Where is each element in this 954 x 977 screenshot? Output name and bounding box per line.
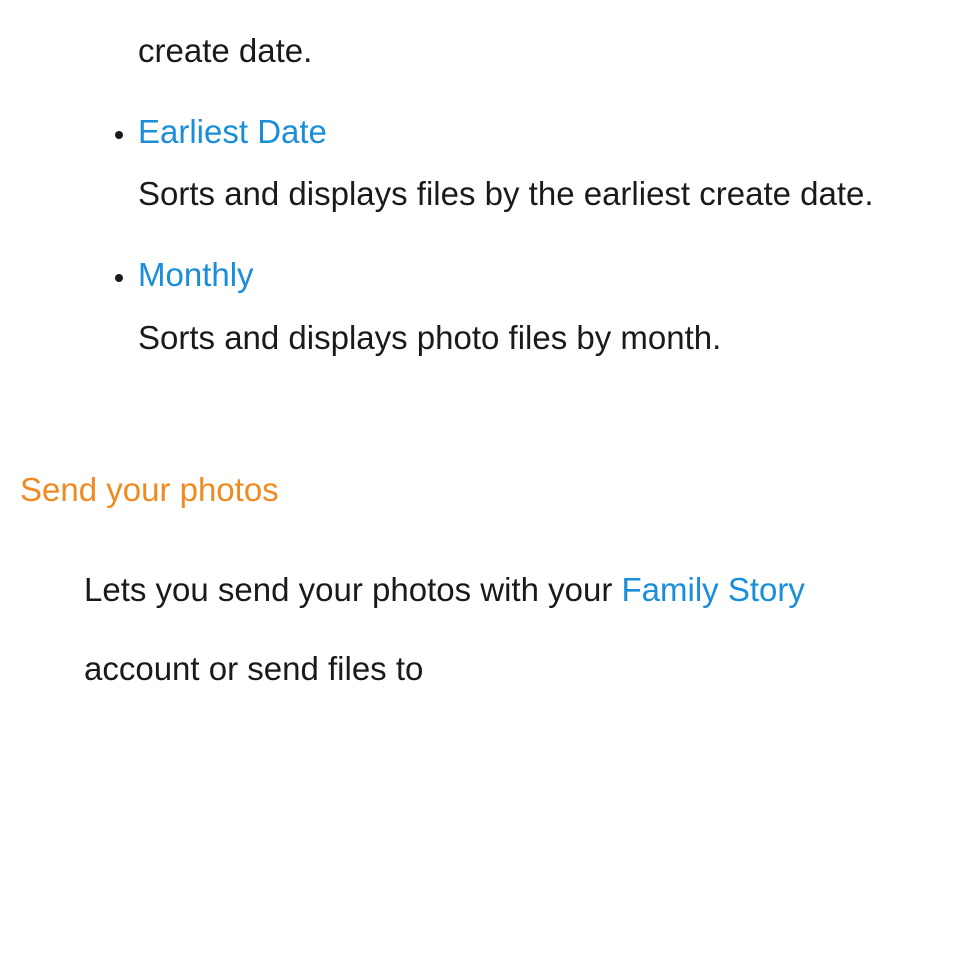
inline-link-family-story[interactable]: Family Story <box>621 571 804 608</box>
fragment-create-date: create date. <box>138 20 924 83</box>
list-item: Monthly Sorts and displays photo files b… <box>138 244 924 369</box>
document-page: create date. Earliest Date Sorts and dis… <box>0 0 954 739</box>
list-item: Earliest Date Sorts and displays files b… <box>138 101 924 226</box>
option-desc-earliest-date: Sorts and displays files by the earliest… <box>138 163 894 226</box>
body-text-before: Lets you send your photos with your <box>84 571 621 608</box>
option-desc-monthly: Sorts and displays photo files by month. <box>138 307 894 370</box>
sort-options-list: Earliest Date Sorts and displays files b… <box>88 101 924 370</box>
body-text-after: account or send files to <box>84 650 423 687</box>
option-title-monthly: Monthly <box>138 244 924 307</box>
option-title-earliest-date: Earliest Date <box>138 101 924 164</box>
section-body-send-your-photos: Lets you send your photos with your Fami… <box>84 550 894 708</box>
section-heading-send-your-photos: Send your photos <box>20 459 924 522</box>
